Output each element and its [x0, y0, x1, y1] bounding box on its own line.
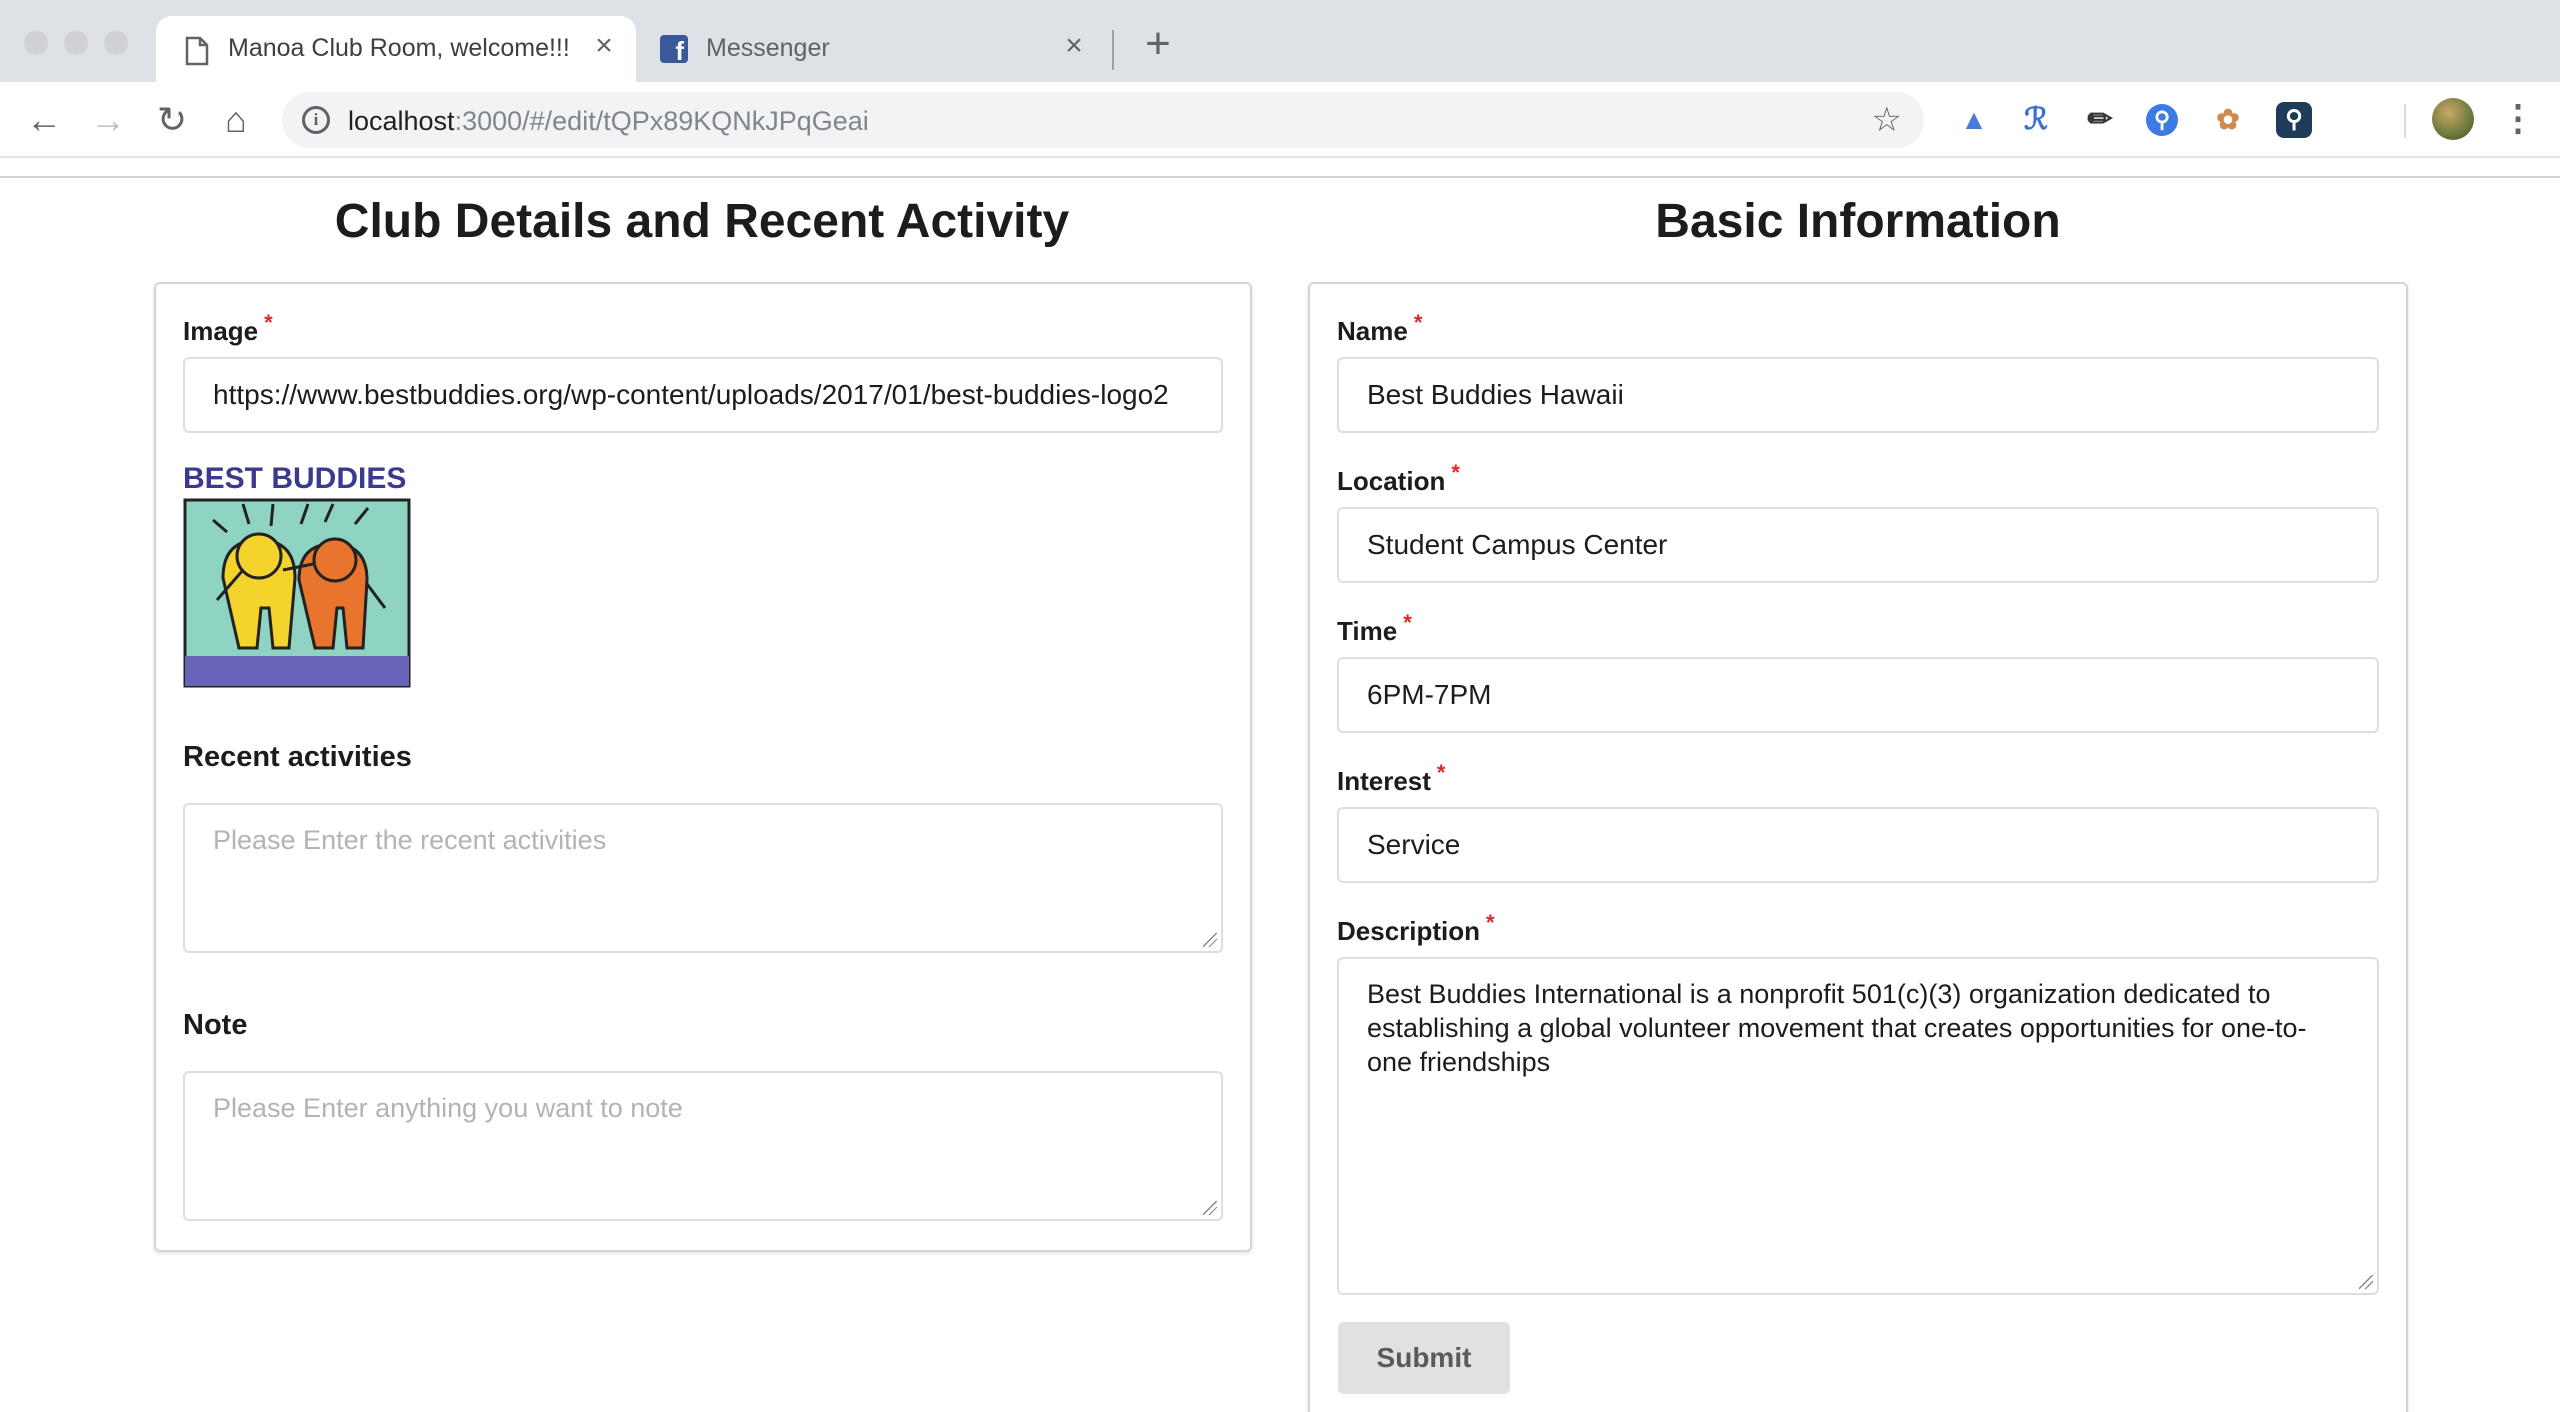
name-label-text: Name — [1337, 316, 1408, 346]
interest-label: Interest * — [1337, 760, 1445, 797]
facebook-icon: f — [660, 35, 688, 63]
forward-arrow-icon[interactable]: → — [86, 98, 130, 142]
resize-handle-icon[interactable] — [2359, 1275, 2373, 1289]
browser-toolbar: ← → ↻ ⌂ i localhost:3000/#/edit/tQPx89KQ… — [0, 82, 2560, 158]
tab-title: Manoa Club Room, welcome!!! — [228, 34, 570, 62]
resize-handle-icon[interactable] — [1203, 1201, 1217, 1215]
page-icon — [185, 36, 209, 66]
note-textarea[interactable]: Please Enter anything you want to note — [183, 1071, 1223, 1221]
puzzle-extension-icon[interactable]: ⚲ — [2276, 102, 2312, 138]
best-buddies-logo-image: BEST BUDDIES — [183, 462, 411, 688]
window-zoom-dot[interactable] — [104, 31, 128, 55]
location-input[interactable]: Student Campus Center — [1337, 507, 2379, 583]
toolbar-divider — [2404, 104, 2406, 138]
required-mark: * — [264, 310, 273, 335]
pen-extension-icon[interactable]: ✏ — [2082, 102, 2118, 138]
location-label: Location * — [1337, 460, 1460, 497]
image-label-text: Image — [183, 316, 259, 346]
basic-information-title: Basic Information — [1655, 195, 2061, 248]
close-tab-icon[interactable]: × — [1058, 30, 1090, 62]
page-top-border — [0, 176, 2560, 178]
browser-tabstrip: Manoa Club Room, welcome!!! × f Messenge… — [0, 0, 2560, 84]
search-extension-icon[interactable]: ⚲ — [2146, 104, 2178, 136]
home-icon[interactable]: ⌂ — [214, 98, 258, 142]
new-tab-button[interactable]: + — [1136, 22, 1180, 66]
recent-activities-textarea[interactable]: Please Enter the recent activities — [183, 803, 1223, 953]
description-text: Best Buddies International is a nonprofi… — [1367, 979, 2307, 1077]
address-bar[interactable]: i localhost:3000/#/edit/tQPx89KQNkJPqGea… — [282, 92, 1924, 148]
submit-button[interactable]: Submit — [1338, 1322, 1510, 1394]
required-mark: * — [1451, 460, 1460, 485]
image-label: Image * — [183, 310, 273, 347]
time-input[interactable]: 6PM-7PM — [1337, 657, 2379, 733]
url-text[interactable]: localhost:3000/#/edit/tQPx89KQNkJPqGeai — [348, 106, 869, 137]
url-host: localhost — [348, 106, 455, 136]
window-close-dot[interactable] — [24, 31, 48, 55]
time-label-text: Time — [1337, 616, 1398, 646]
note-placeholder: Please Enter anything you want to note — [213, 1093, 683, 1123]
resize-handle-icon[interactable] — [1203, 933, 1217, 947]
reload-icon[interactable]: ↻ — [150, 98, 194, 142]
tab-manoa-club-room[interactable]: Manoa Club Room, welcome!!! × — [156, 16, 636, 84]
close-tab-icon[interactable]: × — [588, 30, 620, 62]
description-label-text: Description — [1337, 916, 1481, 946]
name-input[interactable]: Best Buddies Hawaii — [1337, 357, 2379, 433]
location-label-text: Location — [1337, 466, 1446, 496]
brain-extension-icon[interactable]: ✿ — [2210, 102, 2246, 138]
graduation-cap-extension-icon[interactable]: ▲ — [1956, 102, 1992, 138]
note-label: Note — [183, 1009, 248, 1041]
tab-messenger[interactable]: f Messenger × — [640, 16, 1106, 82]
menu-kebab-icon[interactable]: ⋮ — [2500, 98, 2536, 142]
back-arrow-icon[interactable]: ← — [22, 98, 66, 142]
profile-avatar[interactable] — [2432, 98, 2474, 140]
description-textarea[interactable]: Best Buddies International is a nonprofi… — [1337, 957, 2379, 1295]
required-mark: * — [1403, 610, 1412, 635]
info-icon[interactable]: i — [302, 106, 330, 134]
interest-label-text: Interest — [1337, 766, 1431, 796]
feather-extension-icon[interactable]: ℛ — [2018, 102, 2054, 138]
recent-activities-placeholder: Please Enter the recent activities — [213, 825, 607, 855]
required-mark: * — [1486, 910, 1495, 935]
url-path: :3000/#/edit/tQPx89KQNkJPqGeai — [454, 106, 869, 136]
required-mark: * — [1413, 310, 1423, 335]
image-url-input[interactable]: https://www.bestbuddies.org/wp-content/u… — [183, 357, 1223, 433]
tab-separator — [1112, 30, 1114, 70]
description-label: Description * — [1337, 910, 1495, 947]
tab-title: Messenger — [706, 34, 830, 62]
window-minimize-dot[interactable] — [64, 31, 88, 55]
required-mark: * — [1436, 760, 1446, 785]
name-label: Name * — [1337, 310, 1422, 347]
bookmark-star-icon[interactable]: ☆ — [1872, 100, 1902, 140]
time-label: Time * — [1337, 610, 1412, 647]
interest-input[interactable]: Service — [1337, 807, 2379, 883]
club-details-title: Club Details and Recent Activity — [334, 195, 1070, 248]
recent-activities-label: Recent activities — [183, 741, 412, 773]
logo-lettering: BEST BUDDIES — [183, 462, 406, 495]
